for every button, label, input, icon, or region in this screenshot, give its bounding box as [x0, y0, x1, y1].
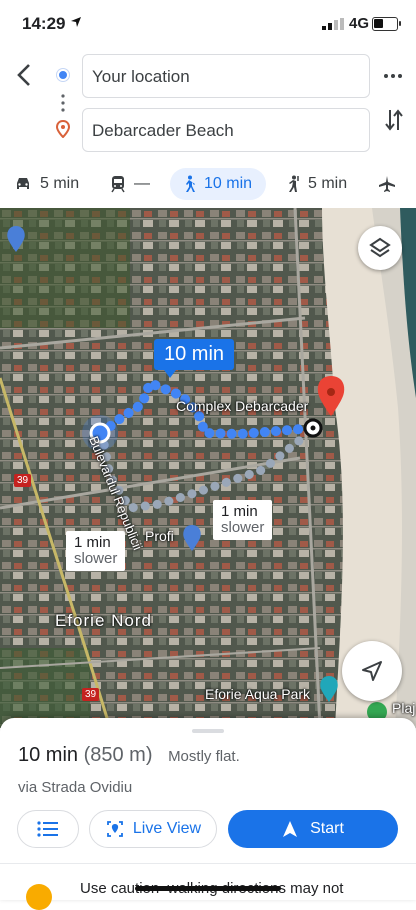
- directions-header: Your location Debarcader Beach 5 min — 1…: [0, 48, 416, 208]
- mode-drive[interactable]: 5 min: [14, 168, 79, 200]
- layers-icon: [369, 237, 391, 258]
- list-icon: [37, 821, 58, 837]
- mode-walk[interactable]: 10 min: [170, 168, 266, 200]
- live-view-button[interactable]: Live View: [89, 810, 217, 848]
- shop-label[interactable]: Profi: [145, 528, 174, 544]
- map-view[interactable]: 10 min 1 min slower 1 min slower Bulevar…: [0, 208, 416, 728]
- mode-ride-time: 5 min: [308, 175, 348, 192]
- start-button[interactable]: Start: [228, 810, 398, 848]
- home-indicator[interactable]: [135, 886, 281, 891]
- road-badge: 39: [82, 688, 100, 701]
- location-arrow-icon: [71, 17, 81, 27]
- drag-handle[interactable]: [192, 729, 224, 733]
- layers-button[interactable]: [358, 226, 402, 270]
- back-arrow-icon[interactable]: [14, 62, 36, 88]
- mode-drive-time: 5 min: [40, 175, 80, 192]
- mode-transit-time: —: [134, 175, 150, 192]
- route-distance: (850 m): [83, 744, 153, 766]
- mode-transit[interactable]: —: [110, 168, 150, 200]
- park-label[interactable]: Eforie Aqua Park: [205, 686, 310, 702]
- place-label[interactable]: Complex Debarcader: [176, 398, 308, 414]
- airplane-icon: [379, 176, 395, 192]
- alt-route-label-1[interactable]: 1 min slower: [213, 500, 273, 540]
- travel-modes: 5 min — 10 min 5 min: [0, 164, 416, 204]
- live-view-pin-icon: [107, 821, 123, 837]
- eta-bubble: 10 min: [154, 339, 235, 378]
- status-bar: 14:29 4G: [0, 0, 416, 48]
- route-dots-icon: [61, 94, 65, 112]
- origin-dot-icon: [57, 69, 69, 81]
- live-view-label: Live View: [132, 820, 202, 837]
- town-label: Eforie Nord: [55, 611, 152, 630]
- battery-icon: [372, 17, 401, 31]
- road-badge: 39: [14, 474, 32, 487]
- network-type: 4G: [349, 15, 370, 32]
- navigation-arrow-icon: [362, 661, 382, 681]
- train-icon: [111, 176, 125, 193]
- destination-input[interactable]: Debarcader Beach: [82, 108, 370, 152]
- start-arrow-icon: [283, 821, 298, 837]
- signal-icon: [322, 18, 344, 30]
- route-summary-sheet[interactable]: 10 min (850 m) Mostly flat. via Strada O…: [0, 718, 416, 910]
- terrain-note: Mostly flat.: [168, 748, 240, 765]
- more-options-icon[interactable]: [384, 74, 402, 78]
- alt-route-time-2: 1 min: [74, 534, 111, 551]
- swap-icon[interactable]: [384, 108, 404, 132]
- mode-flight[interactable]: [378, 168, 404, 200]
- destination-pin-icon: [56, 120, 70, 138]
- alt-route-label-2[interactable]: 1 min slower: [66, 531, 126, 571]
- route-via: via Strada Ovidiu: [18, 779, 133, 796]
- clock: 14:29: [22, 14, 66, 33]
- route-duration: 10 min: [18, 744, 79, 766]
- mode-walk-time: 10 min: [204, 175, 253, 192]
- alt-route-note-1: slower: [221, 519, 265, 536]
- recenter-button[interactable]: [342, 641, 402, 701]
- ride-person-icon: [289, 175, 299, 192]
- car-icon: [17, 178, 29, 189]
- route-summary: 10 min (850 m) Mostly flat.: [18, 744, 240, 767]
- alt-route-time-1: 1 min: [221, 503, 258, 520]
- steps-button[interactable]: [17, 810, 79, 848]
- beach-label[interactable]: Plaj: [392, 700, 415, 716]
- walking-icon: [186, 175, 195, 192]
- start-label: Start: [310, 820, 344, 837]
- divider: [0, 863, 416, 864]
- alt-route-note-2: slower: [74, 550, 118, 567]
- mode-ride[interactable]: 5 min: [284, 168, 347, 200]
- warning-icon: [26, 884, 52, 910]
- origin-input[interactable]: Your location: [82, 54, 370, 98]
